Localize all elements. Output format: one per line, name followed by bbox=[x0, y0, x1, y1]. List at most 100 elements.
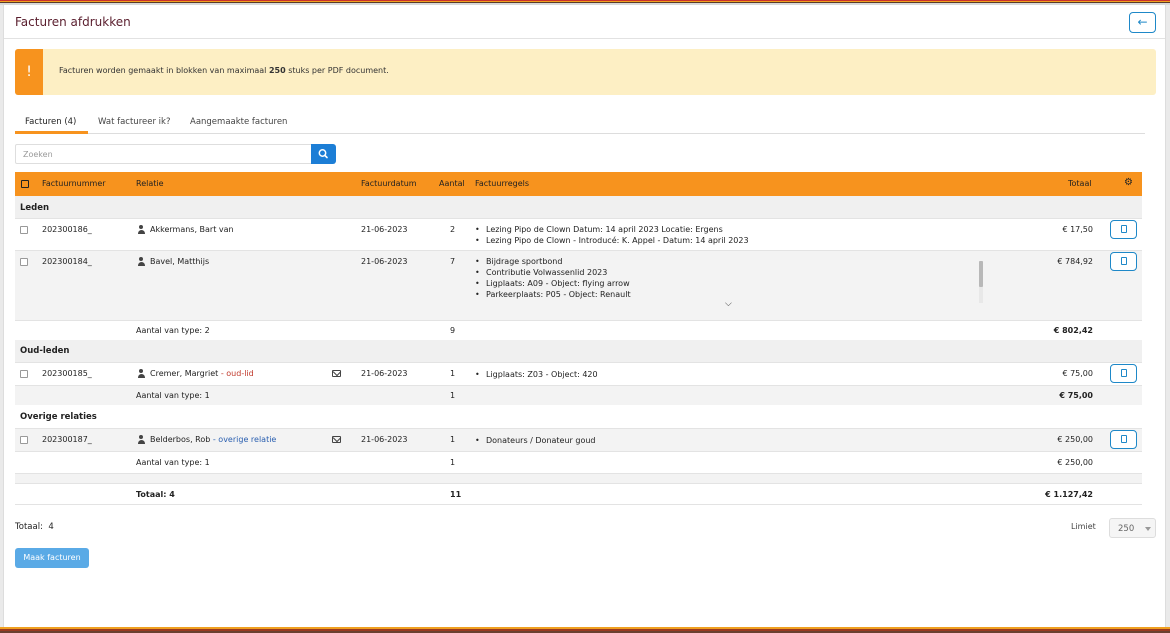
scrollbar-thumb[interactable] bbox=[979, 261, 983, 287]
invoice-date: 21-06-2023 bbox=[361, 225, 408, 234]
document-icon bbox=[1121, 369, 1127, 377]
table-row: 202300185_ Cremer, Margriet - oud-lid 21… bbox=[15, 362, 1142, 385]
line-count: 1 bbox=[450, 369, 456, 378]
tab-wat-factureer-ik[interactable]: Wat factureer ik? bbox=[98, 117, 170, 127]
invoice-line: Lezing Pipo de Clown - Introducé: K. App… bbox=[475, 235, 749, 246]
invoice-lines: Donateurs / Donateur goud bbox=[475, 435, 596, 446]
search-button[interactable] bbox=[311, 144, 336, 164]
subtotal-count: 1 bbox=[450, 391, 456, 400]
invoice-line: Contributie Volwassenlid 2023 bbox=[475, 267, 631, 278]
grand-total-count: 11 bbox=[450, 490, 462, 499]
invoice-number: 202300184_ bbox=[42, 257, 92, 266]
group-header: Leden bbox=[15, 196, 1142, 218]
subtotal-label: Aantal van type: 1 bbox=[136, 391, 210, 400]
select-all-checkbox[interactable] bbox=[21, 180, 29, 188]
grand-total-row: Totaal: 4 11 € 1.127,42 bbox=[15, 483, 1142, 505]
row-checkbox[interactable] bbox=[20, 436, 28, 444]
back-button[interactable]: ← bbox=[1129, 12, 1156, 33]
col-factuurregels[interactable]: Factuurregels bbox=[475, 179, 529, 188]
group-header: Overige relaties bbox=[15, 406, 1142, 428]
person-icon bbox=[137, 435, 145, 444]
invoice-lines: Lezing Pipo de Clown Datum: 14 april 202… bbox=[475, 224, 749, 246]
envelope-icon[interactable] bbox=[332, 370, 341, 377]
relation-tag: - oud-lid bbox=[220, 369, 254, 378]
relation-name[interactable]: Akkermans, Bart van bbox=[150, 225, 234, 234]
warning-icon: ! bbox=[15, 49, 43, 95]
relation-name[interactable]: Cremer, Margriet - oud-lid bbox=[150, 369, 254, 378]
tab-aangemaakte-facturen[interactable]: Aangemaakte facturen bbox=[190, 117, 287, 127]
chevron-down-icon[interactable]: ⌵ bbox=[725, 299, 732, 309]
row-checkbox[interactable] bbox=[20, 370, 28, 378]
col-relatie[interactable]: Relatie bbox=[136, 179, 164, 188]
page-title: Facturen afdrukken bbox=[15, 15, 131, 29]
preview-invoice-button[interactable] bbox=[1110, 220, 1137, 239]
limiet-select[interactable]: 250 bbox=[1109, 518, 1156, 538]
group-name: Leden bbox=[20, 203, 50, 213]
document-icon bbox=[1121, 435, 1127, 443]
line-count: 2 bbox=[450, 225, 456, 234]
relation-name[interactable]: Bavel, Matthijs bbox=[150, 257, 209, 266]
invoice-number: 202300185_ bbox=[42, 369, 92, 378]
invoice-date: 21-06-2023 bbox=[361, 369, 408, 378]
person-icon bbox=[137, 369, 145, 378]
table-row: 202300187_ Belderbos, Rob - overige rela… bbox=[15, 428, 1142, 451]
subtotal-row: Aantal van type: 1 1 € 75,00 bbox=[15, 385, 1142, 405]
group-name: Oud-leden bbox=[20, 346, 70, 356]
person-icon bbox=[137, 257, 145, 266]
active-tab-indicator bbox=[15, 131, 88, 134]
subtotal-total: € 802,42 bbox=[1053, 326, 1093, 335]
search-icon bbox=[318, 149, 328, 159]
alert-message: Facturen worden gemaakt in blokken van m… bbox=[59, 66, 389, 75]
subtotal-label: Aantal van type: 1 bbox=[136, 458, 210, 467]
row-total: € 250,00 bbox=[1057, 435, 1093, 444]
envelope-icon[interactable] bbox=[332, 436, 341, 443]
line-count: 7 bbox=[450, 257, 456, 266]
invoice-lines: Bijdrage sportbond Contributie Volwassen… bbox=[475, 256, 631, 300]
subtotal-total: € 75,00 bbox=[1059, 391, 1093, 400]
make-invoices-button[interactable]: Maak facturen bbox=[15, 548, 89, 568]
row-total: € 75,00 bbox=[1062, 369, 1093, 378]
invoice-line: Bijdrage sportbond bbox=[475, 256, 631, 267]
subtotal-count: 1 bbox=[450, 458, 456, 467]
app-frame: Facturen afdrukken ← ! Facturen worden g… bbox=[0, 0, 1170, 633]
info-alert: ! Facturen worden gemaakt in blokken van… bbox=[15, 49, 1156, 95]
invoice-number: 202300187_ bbox=[42, 435, 92, 444]
tab-facturen[interactable]: Facturen (4) bbox=[25, 117, 76, 127]
tab-bar: Facturen (4) Wat factureer ik? Aangemaak… bbox=[15, 115, 1145, 134]
col-factuurdatum[interactable]: Factuurdatum bbox=[361, 179, 417, 188]
invoice-lines: Ligplaats: Z03 - Object: 420 bbox=[475, 369, 598, 380]
invoice-number: 202300186_ bbox=[42, 225, 92, 234]
line-count: 1 bbox=[450, 435, 456, 444]
limiet-label: Limiet bbox=[1071, 522, 1096, 531]
col-totaal[interactable]: Totaal bbox=[1068, 179, 1092, 188]
row-checkbox[interactable] bbox=[20, 226, 28, 234]
invoice-line: Donateurs / Donateur goud bbox=[475, 435, 596, 446]
subtotal-total: € 250,00 bbox=[1057, 458, 1093, 467]
search-input[interactable] bbox=[15, 144, 312, 164]
preview-invoice-button[interactable] bbox=[1110, 364, 1137, 383]
row-checkbox[interactable] bbox=[20, 258, 28, 266]
subtotal-count: 9 bbox=[450, 326, 456, 335]
preview-invoice-button[interactable] bbox=[1110, 430, 1137, 449]
spacer-row bbox=[15, 473, 1142, 483]
table-row: 202300186_ Akkermans, Bart van 21-06-202… bbox=[15, 218, 1142, 250]
invoice-date: 21-06-2023 bbox=[361, 257, 408, 266]
table-header: Factuurnummer Relatie Factuurdatum Aanta… bbox=[15, 172, 1142, 196]
relation-name[interactable]: Belderbos, Rob - overige relatie bbox=[150, 435, 276, 444]
gear-icon[interactable]: ⚙ bbox=[1124, 177, 1133, 188]
grand-total-amount: € 1.127,42 bbox=[1045, 490, 1093, 499]
main-window: Facturen afdrukken ← ! Facturen worden g… bbox=[3, 5, 1166, 627]
bottom-accent-bar bbox=[0, 627, 1170, 633]
arrow-left-icon: ← bbox=[1137, 15, 1148, 29]
preview-invoice-button[interactable] bbox=[1110, 252, 1137, 271]
subtotal-label: Aantal van type: 2 bbox=[136, 326, 210, 335]
col-factuurnummer[interactable]: Factuurnummer bbox=[42, 179, 106, 188]
document-icon bbox=[1121, 225, 1127, 233]
grand-total-label: Totaal: 4 bbox=[136, 490, 175, 499]
person-icon bbox=[137, 225, 145, 234]
row-total: € 17,50 bbox=[1062, 225, 1093, 234]
lines-scrollbar[interactable] bbox=[979, 261, 983, 303]
col-aantal[interactable]: Aantal bbox=[439, 179, 465, 188]
invoice-line: Ligplaats: Z03 - Object: 420 bbox=[475, 369, 598, 380]
footer-total: Totaal: 4 bbox=[15, 522, 54, 532]
